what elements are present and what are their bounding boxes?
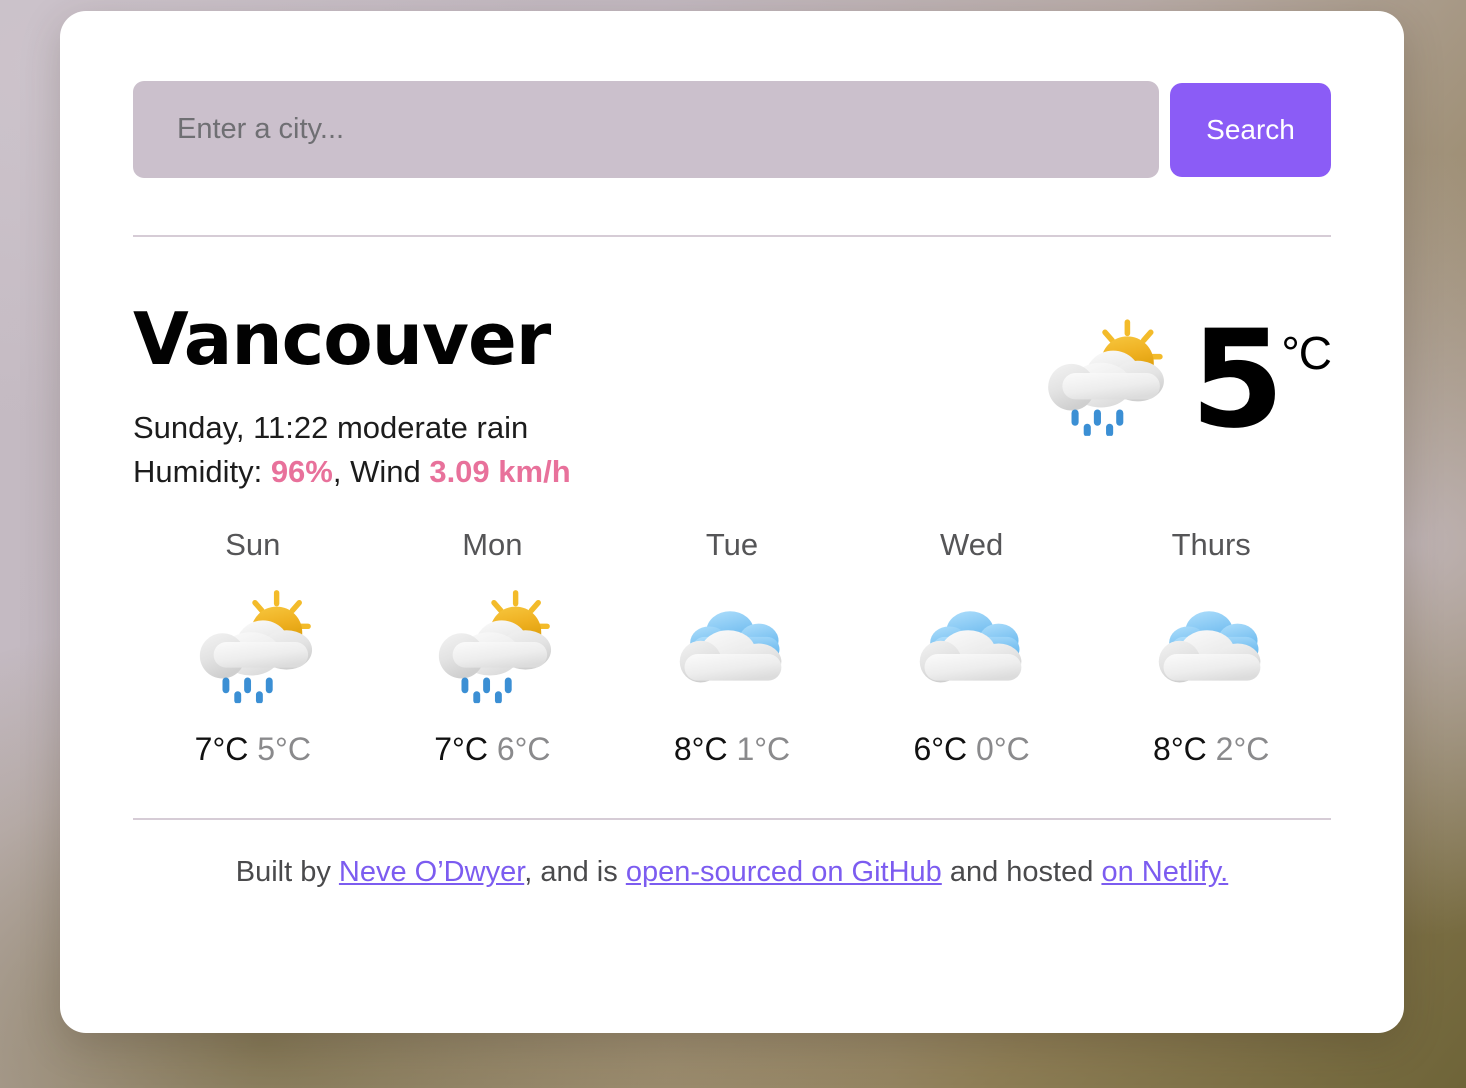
sun-behind-rain-cloud-icon <box>1038 316 1168 440</box>
forecast-min-temp: 6°C <box>496 730 551 767</box>
footer-middle: , and is <box>524 855 626 888</box>
wind-label: , Wind <box>332 453 430 489</box>
forecast-temperatures: 8°C 1°C <box>674 731 790 768</box>
forecast-day-tue: Tue 8°C 1°C <box>612 527 852 768</box>
current-weather: Vancouver Sunday, 11:22 moderate rain Hu… <box>133 237 1332 494</box>
forecast-temperatures: 7°C 5°C <box>195 731 311 768</box>
forecast-day-thurs: Thurs 8°C 2°C <box>1091 527 1331 768</box>
page-title: Vancouver <box>133 297 551 381</box>
footer-author-link[interactable]: Neve O’Dwyer <box>339 856 524 888</box>
forecast-max-temp: 8°C <box>673 730 728 767</box>
forecast-min-temp: 5°C <box>257 730 311 767</box>
forecast-temperatures: 8°C 2°C <box>1153 731 1269 768</box>
footer-host-link[interactable]: on Netlify. <box>1101 856 1228 888</box>
forecast-min-temp: 2°C <box>1215 730 1270 767</box>
forecast-day-label: Thurs <box>1171 526 1251 562</box>
forecast-day-sun: Sun 7°C 5°C <box>133 527 373 768</box>
broken-clouds-icon <box>909 585 1035 705</box>
forecast-day-wed: Wed 6°C 0°C <box>852 527 1092 768</box>
sun-behind-rain-cloud-icon <box>429 585 555 705</box>
current-weather-info: Vancouver Sunday, 11:22 moderate rain Hu… <box>133 297 571 494</box>
sun-behind-rain-cloud-icon <box>190 585 316 705</box>
forecast-row: Sun 7°C 5°C Mon 7°C 6°C Tue 8°C 1°C Wed 6°C 0°C… <box>133 494 1331 768</box>
forecast-min-temp: 1°C <box>736 730 791 767</box>
humidity-label: Humidity: <box>133 453 271 489</box>
forecast-max-temp: 8°C <box>1153 730 1207 767</box>
forecast-temperatures: 6°C 0°C <box>913 731 1029 768</box>
broken-clouds-icon <box>669 585 795 705</box>
current-temperature-value: 5 <box>1190 301 1284 458</box>
forecast-day-label: Sun <box>225 526 281 562</box>
forecast-max-temp: 6°C <box>913 730 968 767</box>
weather-card: Search Vancouver Sunday, 11:22 moderate … <box>60 11 1404 1033</box>
search-form: Search <box>133 11 1331 178</box>
current-temperature: 5 °C <box>1190 301 1332 458</box>
forecast-max-temp: 7°C <box>434 730 488 767</box>
current-temperature-block: 5 °C <box>1038 301 1332 458</box>
wind-value: 3.09 km/h <box>429 453 571 489</box>
search-button[interactable]: Search <box>1170 82 1331 177</box>
forecast-day-label: Mon <box>462 526 523 562</box>
forecast-day-label: Wed <box>940 526 1004 562</box>
forecast-day-label: Tue <box>705 526 759 562</box>
current-weather-meta: Sunday, 11:22 moderate rain Humidity: 96… <box>133 406 571 494</box>
forecast-temperatures: 7°C 6°C <box>434 731 550 768</box>
current-humidity-wind: Humidity: 96%, Wind 3.09 km/h <box>133 450 571 494</box>
broken-clouds-icon <box>1148 585 1274 705</box>
footer-prefix: Built by <box>235 855 339 888</box>
footer: Built by Neve O’Dwyer, and is open-sourc… <box>133 820 1331 889</box>
footer-source-link[interactable]: open-sourced on GitHub <box>626 856 942 888</box>
humidity-value: 96% <box>270 453 333 489</box>
search-input[interactable] <box>133 81 1159 178</box>
footer-middle-2: and hosted <box>941 855 1102 888</box>
current-temperature-unit: °C <box>1281 327 1332 379</box>
current-datetime-description: Sunday, 11:22 moderate rain <box>133 409 529 445</box>
forecast-day-mon: Mon 7°C 6°C <box>373 527 613 768</box>
forecast-max-temp: 7°C <box>194 730 249 767</box>
forecast-min-temp: 0°C <box>976 730 1030 767</box>
